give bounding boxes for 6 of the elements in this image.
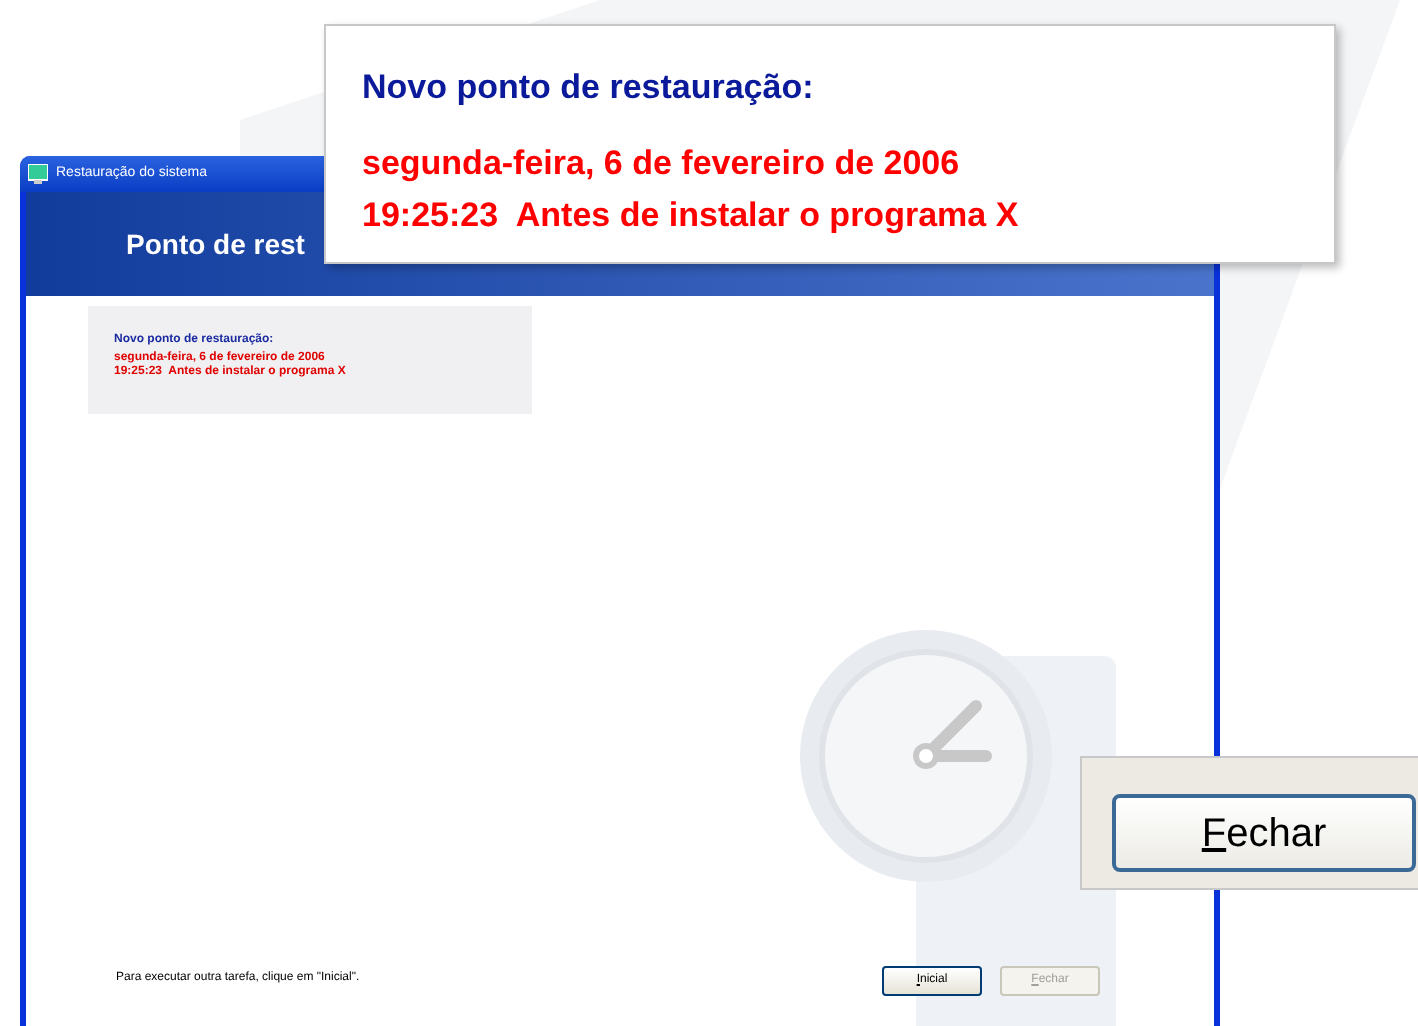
callout-heading: Novo ponto de restauração: [362,66,816,110]
header-title: Ponto de rest [126,225,305,263]
monitor-icon [28,164,48,184]
callout-line: 19:25:23 Antes de instalar o programa X [362,194,1021,238]
callout-line: segunda-feira, 6 de fevereiro de 2006 [362,142,962,186]
close-button[interactable]: Fechar [1112,794,1416,872]
